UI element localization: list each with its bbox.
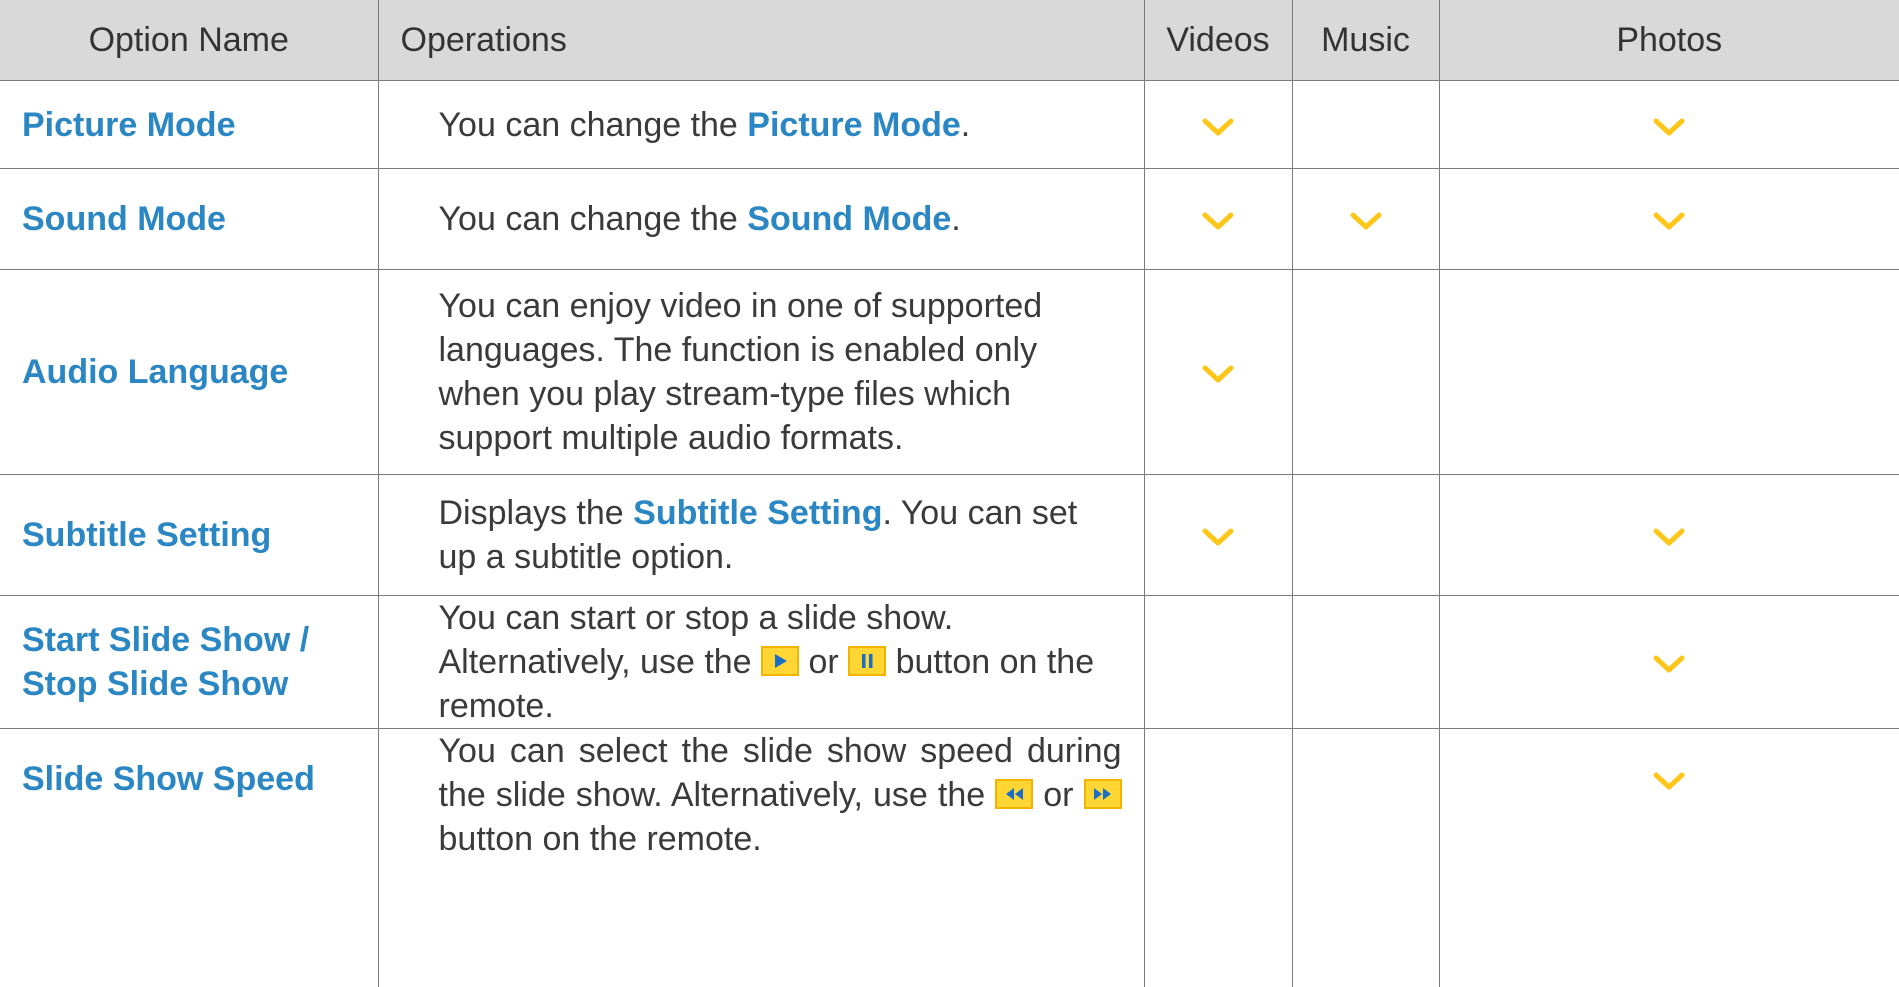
- header-videos: Videos: [1143, 0, 1293, 81]
- header-operations: Operations: [377, 0, 1145, 81]
- photos-cell: [1438, 269, 1899, 475]
- operation-text: You can change the Picture Mode.: [377, 80, 1145, 169]
- checkmark-chevron-icon: [1653, 772, 1685, 790]
- checkmark-chevron-icon: [1653, 528, 1685, 546]
- option-name: Slide Show Speed: [0, 728, 379, 987]
- operation-text-part: You can change the: [438, 105, 748, 144]
- operation-highlight: Subtitle Setting: [633, 494, 883, 532]
- operation-text-part: or: [1033, 776, 1084, 814]
- photos-cell: [1438, 728, 1899, 987]
- operation-text-part: or: [799, 643, 849, 681]
- music-cell: [1291, 168, 1440, 270]
- operation-highlight: Picture Mode: [747, 105, 961, 144]
- table-row: Audio Language You can enjoy video in on…: [0, 269, 1899, 475]
- photos-cell: [1438, 474, 1899, 596]
- videos-cell: [1143, 269, 1293, 475]
- checkmark-chevron-icon: [1653, 118, 1685, 136]
- option-name: Picture Mode: [0, 80, 379, 169]
- music-cell: [1291, 595, 1440, 729]
- videos-cell: [1143, 728, 1293, 987]
- option-name: Subtitle Setting: [0, 474, 379, 596]
- operation-text: You can start or stop a slide show. Alte…: [377, 595, 1145, 729]
- header-photos: Photos: [1438, 0, 1899, 81]
- option-name: Audio Language: [0, 269, 379, 475]
- operation-text-part: .: [960, 105, 971, 144]
- table-row: Subtitle Setting Displays the Subtitle S…: [0, 474, 1899, 596]
- videos-cell: [1143, 595, 1293, 729]
- play-button-icon: [761, 646, 800, 676]
- operation-text-part: You can enjoy video in one of supported …: [438, 287, 1043, 457]
- checkmark-chevron-icon: [1202, 118, 1234, 136]
- operation-text-part: You can change the: [438, 200, 748, 238]
- checkmark-chevron-icon: [1653, 212, 1685, 230]
- operation-highlight: Sound Mode: [747, 200, 952, 238]
- videos-cell: [1143, 474, 1293, 596]
- checkmark-chevron-icon: [1653, 655, 1685, 673]
- option-name: Start Slide Show / Stop Slide Show: [0, 595, 379, 729]
- option-name: Sound Mode: [0, 168, 379, 270]
- table-row: Slide Show Speed You can select the slid…: [0, 728, 1899, 987]
- photos-cell: [1438, 80, 1899, 169]
- table-row: Sound Mode You can change the Sound Mode…: [0, 168, 1899, 270]
- header-row: Option Name Operations Videos Music Phot…: [0, 0, 1899, 81]
- options-table: Option Name Operations Videos Music Phot…: [0, 0, 1899, 987]
- operation-text-part: .: [951, 200, 961, 238]
- rewind-button-icon: [995, 779, 1034, 809]
- option-name-line: Stop Slide Show: [22, 665, 289, 703]
- operation-text-part: button on the remote.: [438, 820, 762, 858]
- fast-forward-button-icon: [1083, 779, 1122, 809]
- music-cell: [1291, 474, 1440, 596]
- table-row: Start Slide Show / Stop Slide Show You ca…: [0, 595, 1899, 729]
- operation-text: Displays the Subtitle Setting. You can s…: [377, 474, 1145, 596]
- checkmark-chevron-icon: [1202, 365, 1234, 383]
- photos-cell: [1438, 168, 1899, 270]
- music-cell: [1291, 269, 1440, 475]
- photos-cell: [1438, 595, 1899, 729]
- header-music: Music: [1291, 0, 1440, 81]
- checkmark-chevron-icon: [1202, 212, 1234, 230]
- operation-text: You can enjoy video in one of supported …: [377, 269, 1145, 475]
- pause-button-icon: [848, 646, 887, 676]
- music-cell: [1291, 80, 1440, 169]
- checkmark-chevron-icon: [1350, 212, 1381, 230]
- music-cell: [1291, 728, 1440, 987]
- operation-text: You can change the Sound Mode.: [377, 168, 1145, 270]
- header-option-name: Option Name: [0, 0, 379, 81]
- option-name-line: Start Slide Show /: [22, 621, 310, 659]
- operation-text: You can select the slide show speed duri…: [377, 728, 1145, 987]
- videos-cell: [1143, 80, 1293, 169]
- table-row: Picture Mode You can change the Picture …: [0, 80, 1899, 169]
- operation-text-part: Displays the: [438, 494, 634, 532]
- checkmark-chevron-icon: [1202, 528, 1234, 546]
- videos-cell: [1143, 168, 1293, 270]
